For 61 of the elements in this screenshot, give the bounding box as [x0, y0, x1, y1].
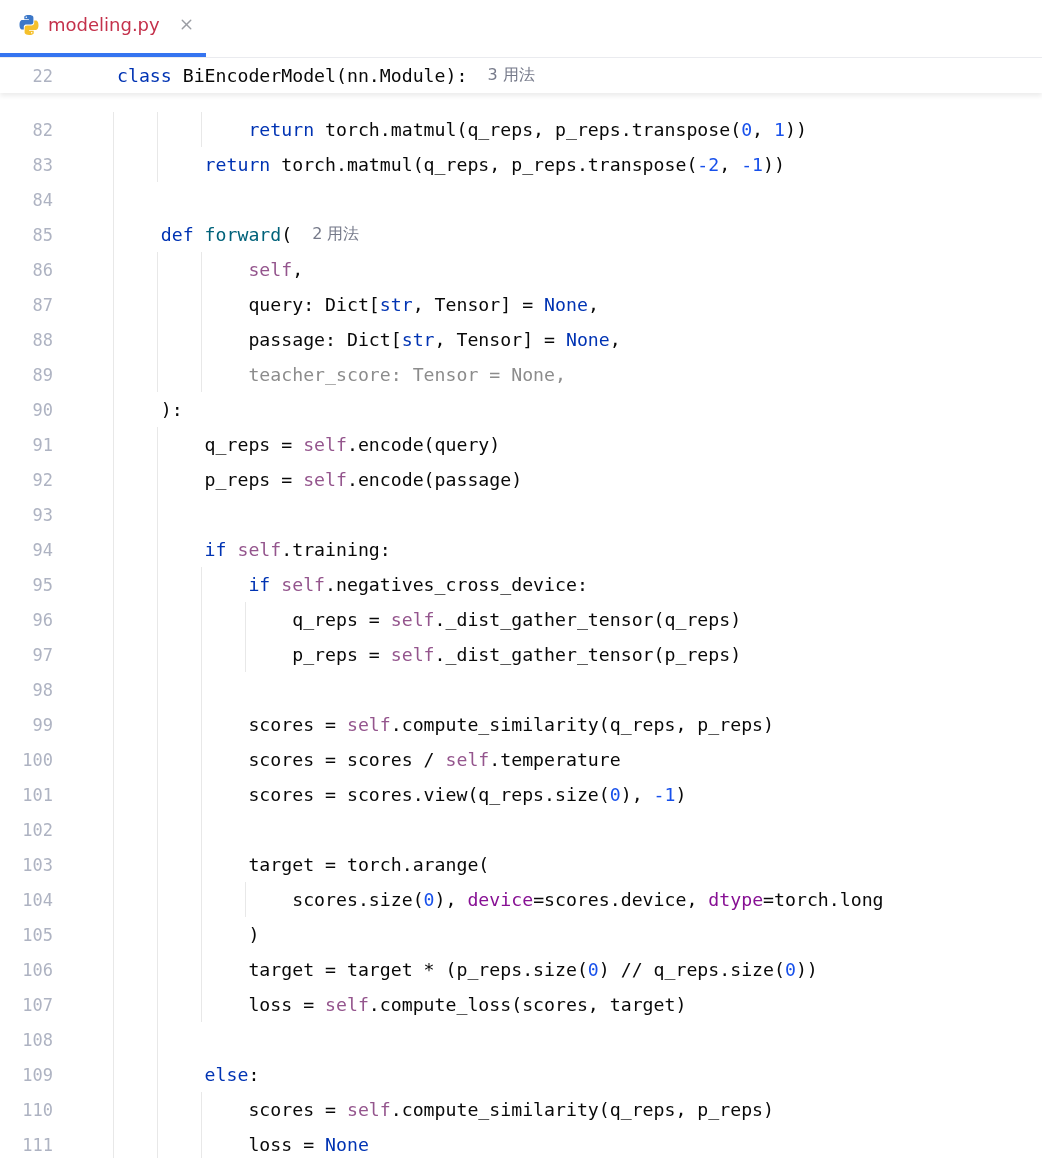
code-line: scores = scores.view(q_reps.size(0), -1) — [247, 784, 687, 805]
line-number: 111 — [21, 1134, 53, 1155]
usage-hint[interactable]: 3 用法 — [487, 65, 535, 86]
code-line: scores = self.compute_similarity(q_reps, p_reps) — [247, 714, 774, 735]
code-line: target = target * (p_reps.size(0) // q_reps.size(0)) — [247, 959, 818, 980]
line-number: 83 — [31, 154, 53, 175]
line-number: 107 — [21, 994, 53, 1015]
line-number: 104 — [21, 889, 53, 910]
line-number: 90 — [31, 399, 53, 420]
code-line: q_reps = self._dist_gather_tensor(q_reps) — [291, 609, 742, 630]
line-number: 97 — [31, 644, 53, 665]
line-number: 82 — [31, 119, 53, 140]
line-number: 22 — [31, 65, 53, 86]
line-number: 85 — [31, 224, 53, 245]
line-number: 102 — [21, 819, 53, 840]
code-line: scores = self.compute_similarity(q_reps, p_reps) — [247, 1099, 774, 1120]
code-line: ) — [247, 924, 260, 945]
line-number: 88 — [31, 329, 53, 350]
line-number: 101 — [21, 784, 53, 805]
tab-label: modeling.py — [48, 14, 160, 35]
usage-hint[interactable]: 2 用法 — [312, 224, 360, 245]
line-number: 110 — [21, 1099, 53, 1120]
code-line: return torch.matmul(q_reps, p_reps.transpose(-2, -1)) — [203, 154, 785, 175]
line-number: 103 — [21, 854, 53, 875]
line-number: 100 — [21, 749, 53, 770]
code-line: ): — [159, 399, 183, 420]
code-line: return torch.matmul(q_reps, p_reps.transpose(0, 1)) — [247, 119, 807, 140]
code-line: if self.negatives_cross_device: — [247, 574, 588, 595]
line-number: 94 — [31, 539, 53, 560]
code-line: scores = scores / self.temperature — [247, 749, 621, 770]
code-line: passage: Dict[str, Tensor] = None, — [247, 329, 621, 350]
line-number: 108 — [21, 1029, 53, 1050]
line-number: 87 — [31, 294, 53, 315]
code-line: scores.size(0), device=scores.device, dtype=torch.long — [291, 889, 884, 910]
code-line: if self.training: — [203, 539, 391, 560]
line-number: 109 — [21, 1064, 53, 1085]
line-number: 105 — [21, 924, 53, 945]
line-number: 91 — [31, 434, 53, 455]
code-line: loss = None — [247, 1134, 369, 1155]
line-number: 99 — [31, 714, 53, 735]
code-line: loss = self.compute_loss(scores, target) — [247, 994, 687, 1015]
line-number: 95 — [31, 574, 53, 595]
line-number: 96 — [31, 609, 53, 630]
code-line: else: — [203, 1064, 260, 1085]
code-line: p_reps = self._dist_gather_tensor(p_reps) — [291, 644, 742, 665]
code-line: self, — [247, 259, 304, 280]
code-line: query: Dict[str, Tensor] = None, — [247, 294, 599, 315]
code-line: class BiEncoderModel(nn.Module): — [117, 65, 468, 86]
code-line: teacher_score: Tensor = None, — [247, 364, 566, 385]
line-number: 98 — [31, 679, 53, 700]
code-line: def forward( — [159, 224, 293, 245]
line-number: 106 — [21, 959, 53, 980]
line-number: 93 — [31, 504, 53, 525]
code-line: q_reps = self.encode(query) — [203, 434, 501, 455]
line-number: 92 — [31, 469, 53, 490]
code-line: p_reps = self.encode(passage) — [203, 469, 523, 490]
python-logo-icon — [18, 13, 40, 36]
line-number: 89 — [31, 364, 53, 385]
line-number: 84 — [31, 189, 53, 210]
code-line: target = torch.arange( — [247, 854, 490, 875]
line-number: 86 — [31, 259, 53, 280]
